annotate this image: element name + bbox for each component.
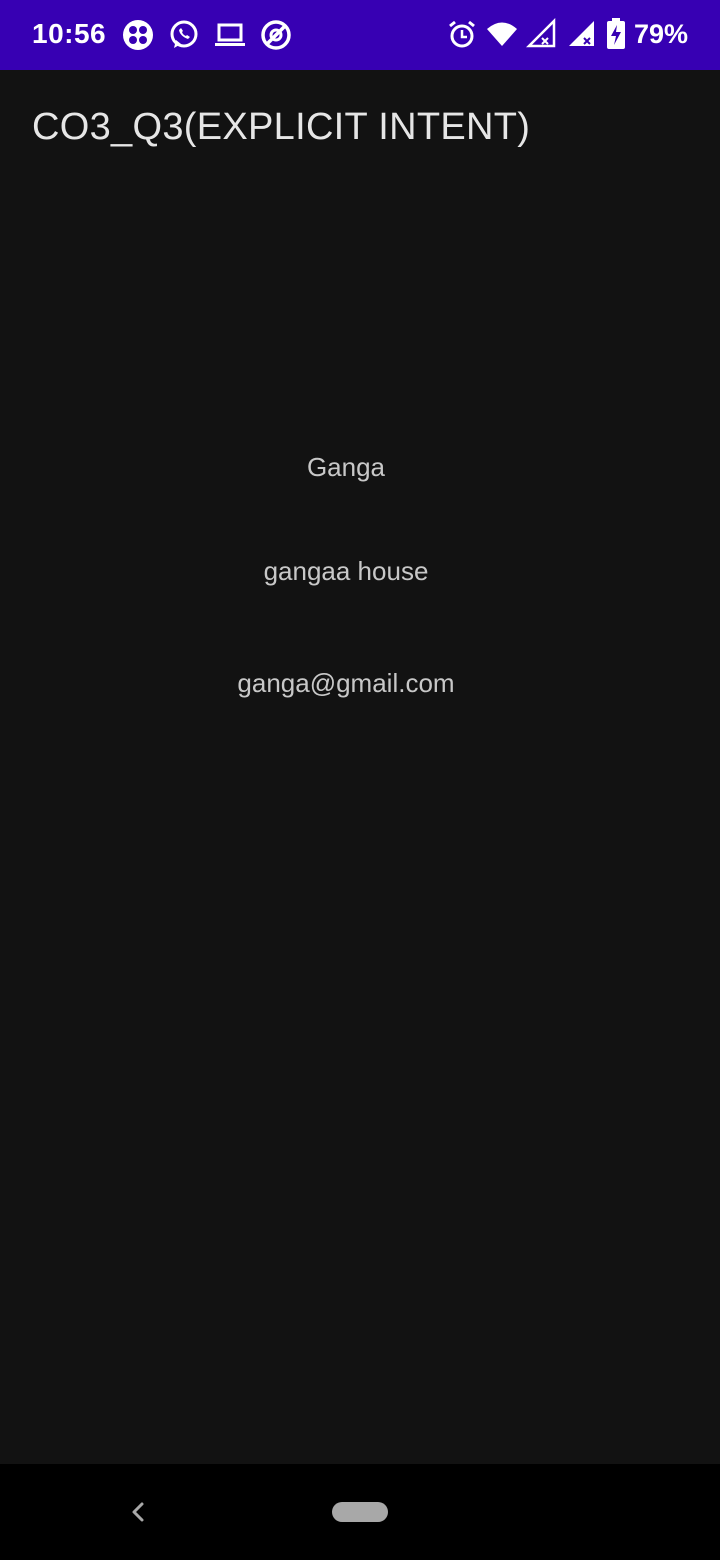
svg-text:4: 4	[508, 34, 516, 47]
laptop-icon	[214, 19, 246, 51]
battery-charging-icon	[606, 18, 626, 50]
alarm-icon	[446, 18, 478, 50]
status-time: 10:56	[32, 18, 107, 49]
app-grid-icon	[122, 19, 154, 51]
signal-icon	[566, 18, 598, 50]
email-text: ganga@gmail.com	[237, 668, 455, 698]
screen: 10:56 4 79% CO3_Q3(EXPLICIT INTENT) Gang…	[0, 0, 720, 1560]
back-icon[interactable]	[124, 1496, 152, 1528]
status-system-icons: 4 79%	[446, 17, 688, 50]
signal-icon	[525, 17, 558, 50]
page-title: CO3_Q3(EXPLICIT INTENT)	[32, 106, 531, 148]
name-text: Ganga	[306, 452, 386, 482]
address-text: gangaa house	[263, 556, 429, 586]
status-notification-icons	[122, 19, 292, 51]
battery-percentage: 79%	[633, 18, 688, 49]
wifi-icon: 4	[486, 18, 518, 50]
home-pill-icon[interactable]	[332, 1502, 388, 1522]
status-bar: 10:56 4 79%	[0, 0, 720, 70]
navigation-bar	[0, 1464, 720, 1560]
no-disturb-icon	[260, 19, 292, 51]
whatsapp-icon	[168, 19, 200, 51]
